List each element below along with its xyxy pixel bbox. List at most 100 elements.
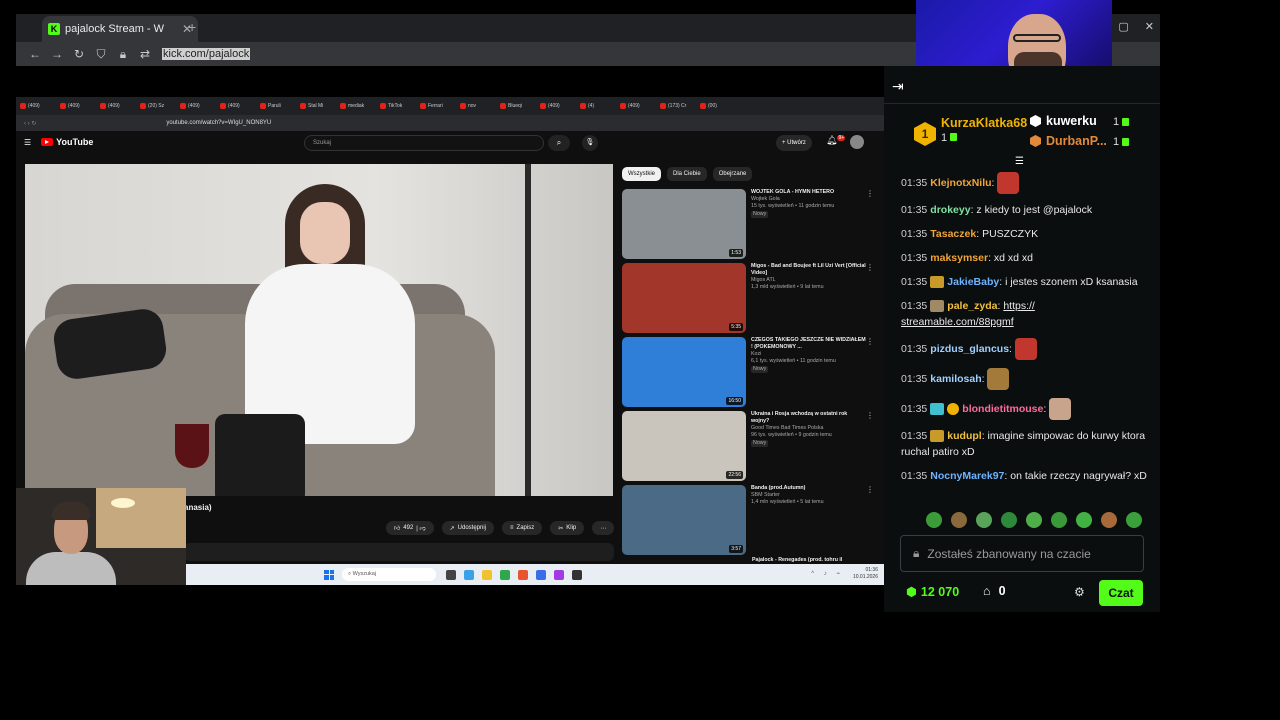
message-time: 01:35 (901, 470, 928, 482)
inner-tab: (409) (20, 103, 60, 109)
video-actions: 👍︎ 492 | 👎︎ ↗ Udostępnij ≡ Zapisz ✂ Klip… (386, 521, 615, 535)
create-label: Utwórz (787, 140, 806, 146)
top-gifter-count-value: 1 (941, 132, 948, 144)
channel-points[interactable]: ⬢ 12 070 (906, 584, 959, 600)
emote-icon[interactable] (926, 512, 942, 528)
video-thumbnail: 16:50 (622, 337, 746, 407)
emote-icon[interactable] (1026, 512, 1042, 528)
video-stats: 1,3 mld wyświetleń • 9 lat temu (751, 284, 824, 290)
chat-username[interactable]: pale_zyda (947, 300, 997, 312)
emote-icon[interactable] (976, 512, 992, 528)
clock-time: 01:36 (865, 567, 878, 573)
inner-tab: (409) (220, 103, 260, 109)
chat-header: ⇥ (884, 66, 1160, 104)
top-gifter-count: 1 (941, 132, 958, 144)
close-window-icon[interactable]: ✕ (1145, 20, 1154, 33)
store-button[interactable]: ⌂ 0 (983, 584, 1006, 598)
chat-username[interactable]: kamilosah (930, 373, 981, 385)
inner-tab-label: Paruli (268, 103, 281, 109)
send-chat-button[interactable]: Czat (1099, 580, 1143, 606)
inner-tab-label: Blueqi (508, 103, 522, 109)
gifter-3-count: 1 (1113, 136, 1130, 148)
taskview-icon (446, 569, 456, 580)
chat-message: 01:35 JakieBaby: i jestes szonem xD ksana… (901, 276, 1138, 289)
app-icon (500, 569, 510, 580)
chat-message: 01:35 drokeyy: z kiedy to jest @pajalock (901, 204, 1093, 216)
emote-icon[interactable] (1076, 512, 1092, 528)
inner-tab-label: (20) Sz (148, 103, 165, 109)
new-badge: Nowy (751, 440, 769, 447)
inner-tab-favicon-icon (140, 103, 146, 109)
gift-icon (950, 133, 958, 141)
video-duration: 16:50 (726, 397, 743, 405)
chat-username[interactable]: pizdus_glancus (930, 343, 1009, 355)
forward-arrow-icon[interactable]: → (46, 47, 68, 61)
gear-icon[interactable]: ⚙ (1074, 585, 1085, 599)
youtube-logo-text: YouTube (56, 137, 94, 147)
chat-username[interactable]: JakieBaby (947, 276, 999, 288)
inner-tab-favicon-icon (20, 103, 26, 109)
chat-message: 01:35 pale_zyda: https:// streamable.com/… (901, 300, 1035, 328)
emote-icon[interactable] (1101, 512, 1117, 528)
video-channel: Kozi (751, 351, 762, 357)
more-icon: ⋮ (866, 485, 874, 494)
chat-username[interactable]: Tasaczek (930, 228, 976, 240)
chat-username[interactable]: blondietitmouse (962, 403, 1043, 415)
chat-messages: 01:35 KlejnotxNilu: 01:35 drokeyy: z kiedy… (901, 172, 1149, 492)
chat-username[interactable]: kudupl (947, 430, 981, 442)
emote-icon[interactable] (1001, 512, 1017, 528)
message-text: PUSZCZYK (982, 228, 1039, 240)
pinned-toggle-icon[interactable]: ☰ (1015, 156, 1024, 167)
shield-icon[interactable]: ⛉ (90, 47, 112, 62)
tab-title: pajalock Stream - W (65, 23, 165, 35)
related-video: 1:53 WOJTEK GOLA - HYMN HETERO Wojtek Gola… (622, 189, 878, 261)
video-stats: 15 tys. wyświetleń • 11 godzin temu (751, 203, 835, 209)
back-arrow-icon[interactable]: ← (24, 47, 46, 61)
chat-username[interactable]: NocnyMarek97 (930, 470, 1004, 482)
microphone-icon: 🎙︎ (582, 135, 598, 151)
youtube-header: ☰ YouTube Szukaj ⌕ 🎙︎ + Utwórz 🔔︎9+ (16, 131, 884, 153)
windows-taskbar: ⌕ Wyszukaj ^ ♪ ⌁ 01:36 10.01.2026 (184, 564, 884, 585)
inner-tab-label: (173) Cr (668, 103, 687, 109)
inner-tab-label: TikTok (388, 103, 403, 109)
chat-message: 01:35 blondietitmouse: (901, 398, 1149, 420)
inner-tab: (20) Sz (140, 103, 180, 109)
collapse-chat-icon[interactable]: ⇥ (892, 78, 904, 95)
gifter-2[interactable]: kuwerku (1030, 114, 1097, 128)
message-time: 01:35 (901, 430, 928, 442)
emote-icon[interactable] (1051, 512, 1067, 528)
video-face (300, 202, 350, 264)
inner-tab: (409) (100, 103, 140, 109)
chat-username[interactable]: maksymser (930, 252, 988, 264)
chat-input[interactable]: 🔒︎ Zostałeś zbanowany na czacie (900, 535, 1144, 572)
permissions-icon[interactable]: ⇄ (134, 47, 156, 61)
chat-message: 01:35 KlejnotxNilu: (901, 172, 1149, 194)
maximize-icon[interactable]: ▢ (1118, 20, 1128, 33)
new-tab-icon[interactable]: + (188, 19, 196, 35)
webcam-glasses (1013, 34, 1061, 42)
chat-footer: ⬢ 12 070 ⌂ 0 ⚙ Czat (884, 578, 1160, 608)
inner-tab-favicon-icon (300, 103, 306, 109)
webcam-body (26, 552, 116, 585)
chat-username[interactable]: drokeyy (930, 204, 970, 216)
inner-tab-favicon-icon (500, 103, 506, 109)
inner-tab-label: (409) (108, 103, 120, 109)
video-duration: 1:53 (729, 249, 743, 257)
inner-tab: Paruli (260, 103, 300, 109)
inner-tab-favicon-icon (380, 103, 386, 109)
video-title: Migos - Bad and Boujee ft Lil Uzi Vert [… (751, 263, 866, 276)
address-bar[interactable]: kick.com/pajalock (162, 48, 251, 60)
lock-icon[interactable]: 🔒︎ (112, 47, 134, 62)
video-title: Banda (prod.Autumn) (751, 485, 806, 491)
emote-icon[interactable] (1126, 512, 1142, 528)
tab-kick-stream[interactable]: K pajalock Stream - W ✕ (42, 16, 198, 42)
emote-icon[interactable] (951, 512, 967, 528)
reload-icon[interactable]: ↻ (68, 47, 90, 61)
video-thumbnail: 1:53 (622, 189, 746, 259)
top-gifter-name[interactable]: KurzaKlatka68 (941, 116, 1027, 130)
chat-username[interactable]: KlejnotxNilu (930, 177, 991, 189)
edge-icon (464, 569, 474, 580)
user-badge-icon (947, 403, 960, 415)
gifter-3[interactable]: DurbanP... (1030, 134, 1107, 148)
webcam-room (96, 488, 186, 548)
